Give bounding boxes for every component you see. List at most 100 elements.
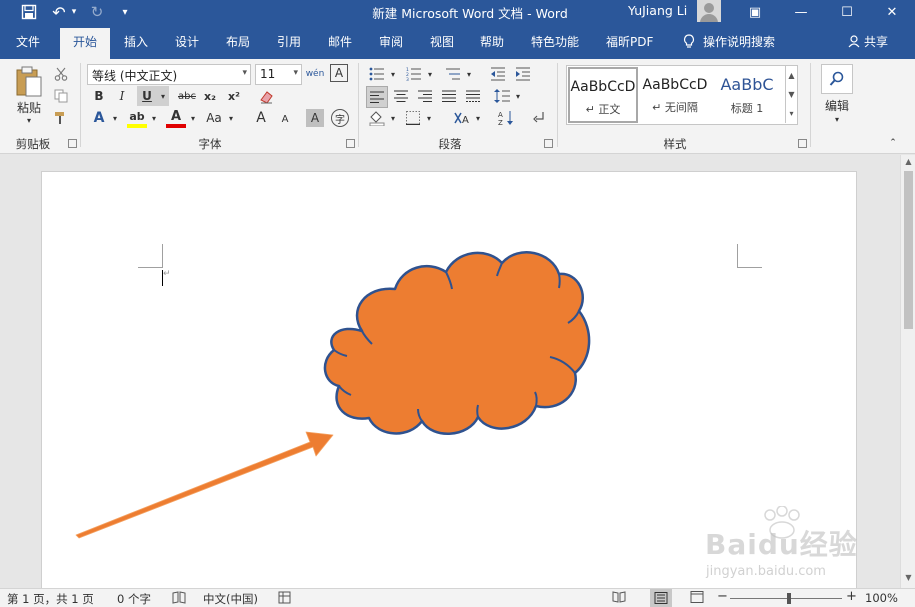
cloud-shape[interactable] [323, 251, 591, 435]
scrollbar-thumb[interactable] [904, 171, 913, 329]
print-layout-icon[interactable] [650, 589, 672, 607]
avatar[interactable] [697, 0, 721, 22]
chinese-layout-dropdown-icon[interactable]: ▾ [473, 111, 483, 125]
clear-formatting-icon[interactable] [256, 87, 276, 107]
borders-dropdown-icon[interactable]: ▾ [424, 111, 434, 125]
editing-label[interactable]: 编辑 [816, 97, 858, 113]
multilevel-dropdown-icon[interactable]: ▾ [464, 67, 474, 81]
find-button[interactable] [821, 64, 853, 94]
phonetic-guide-icon[interactable]: wén [305, 64, 325, 84]
sort-icon[interactable]: AZ [497, 109, 515, 127]
shading-dropdown-icon[interactable]: ▾ [388, 111, 398, 125]
customize-quick-access-icon[interactable]: ▾ [116, 0, 134, 24]
chinese-layout-icon[interactable]: A [452, 109, 472, 127]
change-case-icon[interactable]: Aa [203, 109, 225, 127]
gallery-down-icon[interactable]: ▼ [785, 85, 797, 104]
arrow-shape[interactable] [75, 431, 334, 539]
tab-home[interactable]: 开始 [60, 28, 110, 59]
tab-references[interactable]: 引用 [277, 33, 301, 50]
strikethrough-button[interactable]: abc [175, 87, 199, 105]
change-case-dropdown-icon[interactable]: ▾ [226, 111, 236, 125]
tab-review[interactable]: 审阅 [379, 33, 403, 50]
page-count[interactable]: 第 1 页，共 1 页 [7, 591, 94, 607]
zoom-slider[interactable] [730, 598, 842, 599]
increase-indent-icon[interactable] [514, 65, 532, 83]
zoom-slider-knob[interactable] [787, 593, 791, 604]
text-effects-icon[interactable]: A [90, 109, 108, 127]
undo-icon[interactable]: ↶ [48, 0, 70, 24]
style-no-spacing[interactable]: AaBbCcD ↵ 无间隔 [640, 67, 710, 123]
subscript-button[interactable]: x₂ [201, 87, 219, 105]
tab-file[interactable]: 文件 [16, 33, 40, 50]
maximize-icon[interactable]: ☐ [824, 0, 870, 24]
font-color-icon[interactable]: A [166, 108, 186, 128]
read-mode-icon[interactable] [612, 591, 626, 606]
line-spacing-dropdown-icon[interactable]: ▾ [513, 89, 523, 103]
text-effects-dropdown-icon[interactable]: ▾ [110, 111, 120, 125]
font-color-dropdown-icon[interactable]: ▾ [188, 111, 198, 125]
align-center-button[interactable] [392, 87, 410, 105]
gallery-more-icon[interactable]: ▾ [785, 104, 797, 123]
align-right-button[interactable] [416, 87, 434, 105]
tab-insert[interactable]: 插入 [124, 33, 148, 50]
styles-launcher-icon[interactable] [798, 139, 807, 148]
character-border-icon[interactable]: A [330, 64, 348, 82]
enclose-characters-icon[interactable]: 字 [331, 109, 349, 127]
scroll-up-icon[interactable]: ▲ [901, 157, 915, 166]
bold-button[interactable]: B [90, 87, 108, 105]
underline-dropdown-icon[interactable]: ▾ [157, 86, 169, 106]
grow-font-icon[interactable]: A [252, 109, 270, 127]
format-painter-icon[interactable] [52, 109, 70, 127]
shading-icon[interactable] [368, 109, 386, 127]
highlight-dropdown-icon[interactable]: ▾ [149, 111, 159, 125]
numbering-dropdown-icon[interactable]: ▾ [425, 67, 435, 81]
shrink-font-icon[interactable]: A [277, 111, 293, 127]
highlight-icon[interactable]: ab [127, 108, 147, 128]
bullets-icon[interactable] [368, 65, 386, 83]
font-name-combo[interactable]: 等线 (中文正文) ▾ [87, 64, 251, 85]
gallery-up-icon[interactable]: ▲ [785, 66, 797, 85]
paste-label[interactable]: 粘贴 [12, 99, 46, 115]
user-name[interactable]: YuJiang Li [628, 3, 687, 18]
multilevel-list-icon[interactable] [444, 65, 462, 83]
clipboard-launcher-icon[interactable] [68, 139, 77, 148]
close-icon[interactable]: ✕ [869, 0, 915, 24]
copy-icon[interactable] [52, 87, 70, 105]
style-heading-1[interactable]: AaBbC 标题 1 [712, 67, 782, 123]
justify-button[interactable] [440, 87, 458, 105]
distributed-button[interactable] [464, 87, 482, 105]
bullets-dropdown-icon[interactable]: ▾ [388, 67, 398, 81]
accessibility-icon[interactable] [278, 591, 291, 607]
language-indicator[interactable]: 中文(中国) [203, 591, 258, 607]
tab-layout[interactable]: 布局 [226, 33, 250, 50]
proofing-icon[interactable] [172, 591, 186, 607]
italic-button[interactable]: I [113, 87, 131, 105]
tab-help[interactable]: 帮助 [480, 33, 504, 50]
tell-me-search[interactable]: 操作说明搜索 [683, 33, 775, 50]
underline-button[interactable]: U [137, 86, 157, 106]
paragraph-launcher-icon[interactable] [544, 139, 553, 148]
paste-button[interactable] [12, 65, 46, 99]
numbering-icon[interactable]: 1 2 3 [405, 65, 423, 83]
style-normal[interactable]: AaBbCcD ↵ 正文 [568, 67, 638, 123]
borders-icon[interactable] [404, 109, 422, 127]
zoom-level[interactable]: 100% [865, 591, 898, 605]
line-spacing-icon[interactable] [493, 87, 511, 105]
ribbon-display-options-icon[interactable]: ▣ [732, 0, 778, 24]
vertical-scrollbar[interactable]: ▲ ▼ [900, 155, 915, 588]
tab-design[interactable]: 设计 [175, 33, 199, 50]
word-count[interactable]: 0 个字 [117, 591, 151, 607]
font-launcher-icon[interactable] [346, 139, 355, 148]
zoom-in-button[interactable]: + [846, 589, 857, 604]
redo-icon[interactable]: ↻ [86, 0, 108, 24]
tab-features[interactable]: 特色功能 [531, 33, 579, 50]
tab-foxit-pdf[interactable]: 福昕PDF [606, 33, 653, 50]
font-size-combo[interactable]: 11 ▾ [255, 64, 302, 85]
align-left-button[interactable] [366, 86, 388, 108]
tab-mailings[interactable]: 邮件 [328, 33, 352, 50]
save-icon[interactable] [14, 0, 44, 24]
zoom-out-button[interactable]: − [717, 589, 728, 604]
cut-icon[interactable] [52, 65, 70, 83]
collapse-ribbon-icon[interactable]: ⌃ [886, 137, 900, 149]
scroll-down-icon[interactable]: ▼ [901, 573, 915, 582]
